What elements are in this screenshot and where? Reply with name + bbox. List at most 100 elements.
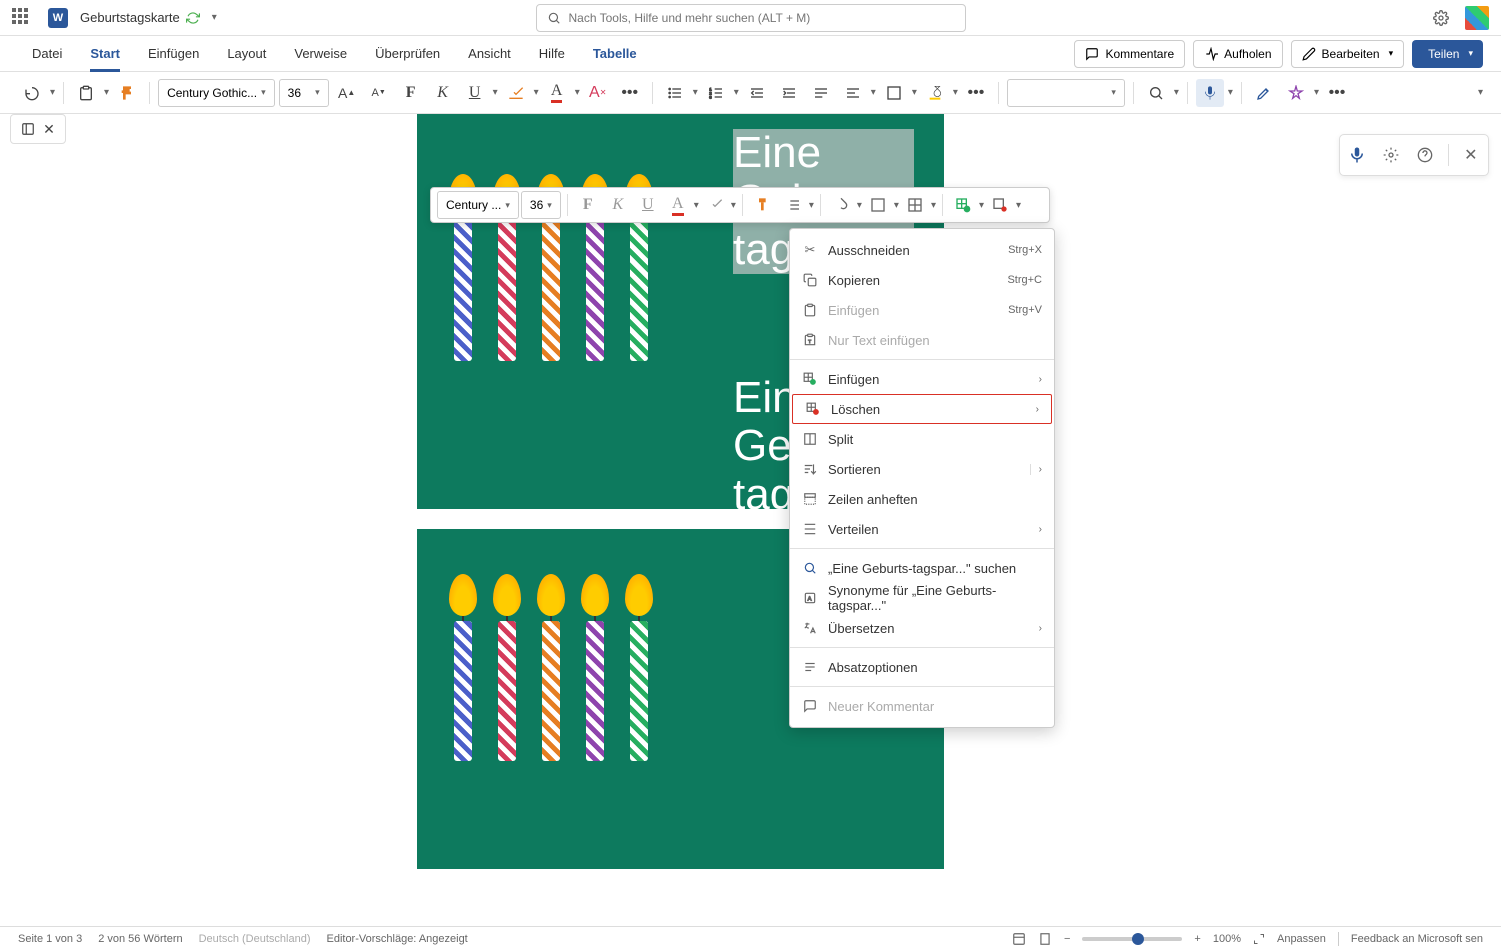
ribbon-collapse[interactable]: ▾ [1478,87,1483,98]
editor-button[interactable] [1250,79,1278,107]
more-para-button[interactable]: ••• [962,79,990,107]
borders-button[interactable] [880,79,908,107]
tab-einfuegen[interactable]: Einfügen [134,36,213,72]
format-painter-button[interactable] [113,79,141,107]
shading-button[interactable] [921,79,949,107]
ctx-paragraph[interactable]: Absatzoptionen [790,652,1054,682]
font-name-combo[interactable]: Century Gothic...▾ [158,79,275,107]
nav-pane-toggle[interactable]: ✕ [10,114,66,144]
settings-icon[interactable] [1433,10,1449,26]
ctx-copy[interactable]: KopierenStrg+C [790,265,1054,295]
ctx-distribute[interactable]: Verteilen› [790,514,1054,544]
float-bold[interactable]: F [574,191,602,219]
bold-button[interactable]: F [397,79,425,107]
ctx-insert[interactable]: Einfügen› [790,364,1054,394]
float-border[interactable] [864,191,892,219]
float-highlight-dd[interactable]: ▾ [731,200,736,211]
float-shading[interactable] [827,191,855,219]
status-words[interactable]: 2 von 56 Wörtern [98,933,182,945]
tab-start[interactable]: Start [76,36,134,72]
bullets-button[interactable] [661,79,689,107]
increase-font-button[interactable]: A▲ [333,79,361,107]
feedback-link[interactable]: Feedback an Microsoft sen [1351,933,1483,945]
dictate-button[interactable] [1196,79,1224,107]
float-bullets-dd[interactable]: ▾ [809,200,814,211]
ctx-delete[interactable]: Löschen› [792,394,1052,424]
reading-view-icon[interactable] [1012,932,1026,946]
align-button[interactable] [839,79,867,107]
italic-button[interactable]: K [429,79,457,107]
doc-menu-chevron[interactable]: ▾ [212,12,217,23]
zoom-in[interactable]: + [1194,933,1200,945]
font-size-combo[interactable]: 36▾ [279,79,329,107]
underline-dropdown[interactable]: ▾ [493,87,498,98]
float-insert-dd[interactable]: ▾ [979,200,984,211]
float-highlight[interactable] [701,191,729,219]
shading-dropdown[interactable]: ▾ [953,87,958,98]
styles-combo[interactable]: ▾ [1007,79,1125,107]
float-shading-dd[interactable]: ▾ [857,200,862,211]
ctx-sort[interactable]: Sortieren› [790,454,1054,484]
ctx-translate[interactable]: Übersetzen› [790,613,1054,643]
float-delete-table[interactable] [986,191,1014,219]
highlight-dropdown[interactable]: ▾ [534,87,539,98]
underline-button[interactable]: U [461,79,489,107]
borders-dropdown[interactable]: ▾ [912,87,917,98]
zoom-fit[interactable]: Anpassen [1277,933,1326,945]
tab-layout[interactable]: Layout [213,36,280,72]
font-color-dropdown[interactable]: ▾ [575,87,580,98]
clipboard-dropdown[interactable]: ▾ [104,87,109,98]
zoom-out[interactable]: − [1064,933,1070,945]
numbering-dropdown[interactable]: ▾ [734,87,739,98]
font-color-button[interactable]: A [543,79,571,107]
align-dropdown[interactable]: ▾ [871,87,876,98]
ctx-cut[interactable]: ✂AusschneidenStrg+X [790,235,1054,265]
find-button[interactable] [1142,79,1170,107]
find-dropdown[interactable]: ▾ [1174,87,1179,98]
edit-button[interactable]: Bearbeiten▾ [1291,40,1405,68]
catchup-button[interactable]: Aufholen [1193,40,1282,68]
zoom-slider[interactable] [1082,937,1182,941]
float-border-dd[interactable]: ▾ [894,200,899,211]
float-bullets[interactable] [779,191,807,219]
user-avatar[interactable] [1465,6,1489,30]
ltr-button[interactable] [807,79,835,107]
app-launcher[interactable] [12,8,32,28]
more-font-button[interactable]: ••• [616,79,644,107]
float-format-painter[interactable] [749,191,777,219]
decrease-font-button[interactable]: A▼ [365,79,393,107]
numbering-button[interactable]: 123 [702,79,730,107]
tab-tabelle[interactable]: Tabelle [579,36,651,72]
undo-button[interactable] [18,79,46,107]
float-font-color[interactable]: A [664,191,692,219]
tab-ueberpruefen[interactable]: Überprüfen [361,36,454,72]
float-italic[interactable]: K [604,191,632,219]
clear-format-button[interactable]: A✕ [584,79,612,107]
zoom-level[interactable]: 100% [1213,933,1241,945]
dictate-dropdown[interactable]: ▾ [1228,87,1233,98]
mic-button[interactable] [1345,143,1369,167]
tab-ansicht[interactable]: Ansicht [454,36,525,72]
search-box[interactable] [536,4,966,32]
float-font-color-dd[interactable]: ▾ [694,200,699,211]
highlight-button[interactable] [502,79,530,107]
bullets-dropdown[interactable]: ▾ [693,87,698,98]
share-button[interactable]: Teilen▾ [1412,40,1483,68]
search-input[interactable] [569,11,955,25]
panel-help[interactable] [1413,143,1437,167]
print-view-icon[interactable] [1038,932,1052,946]
undo-dropdown[interactable]: ▾ [50,87,55,98]
float-size-combo[interactable]: 36▾ [521,191,561,219]
float-delete-dd[interactable]: ▾ [1016,200,1021,211]
increase-indent-button[interactable] [775,79,803,107]
status-page[interactable]: Seite 1 von 3 [18,933,82,945]
tab-hilfe[interactable]: Hilfe [525,36,579,72]
ctx-synonyms[interactable]: ASynonyme für „Eine Geburts-tagspar..." [790,583,1054,613]
more-ribbon-button[interactable]: ••• [1323,79,1351,107]
float-table-dd[interactable]: ▾ [931,200,936,211]
close-icon[interactable]: ✕ [43,121,55,138]
ctx-search[interactable]: „Eine Geburts-tagspar..." suchen [790,553,1054,583]
decrease-indent-button[interactable] [743,79,771,107]
tab-datei[interactable]: Datei [18,36,76,72]
clipboard-button[interactable] [72,79,100,107]
